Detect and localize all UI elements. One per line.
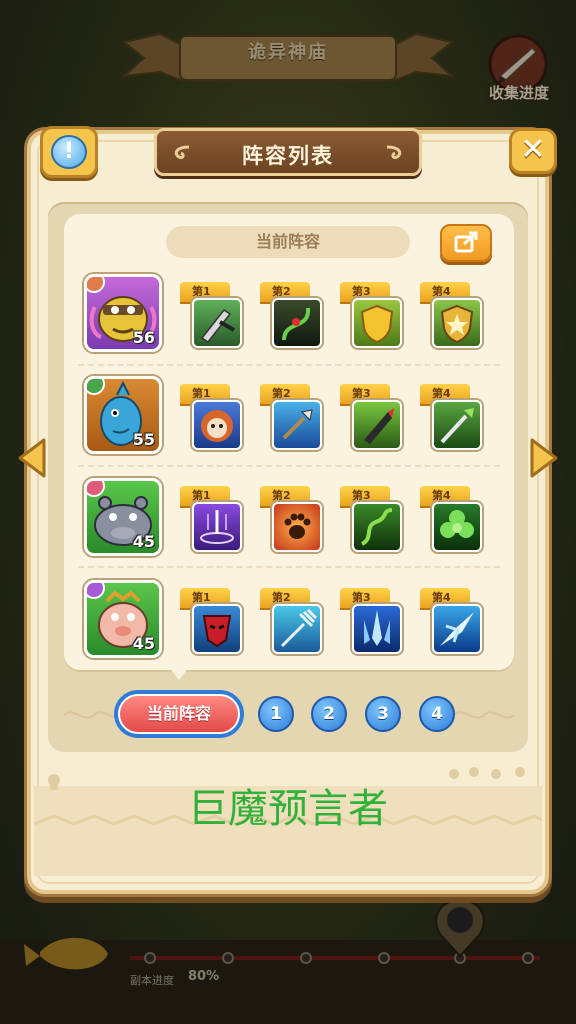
hero-portrait[interactable]: 56 xyxy=(84,274,162,352)
hero-level: 45 xyxy=(132,532,155,551)
green-spear-skill-icon[interactable] xyxy=(432,400,482,450)
arrow-left-icon[interactable] xyxy=(14,436,48,480)
star-shield-skill-icon[interactable] xyxy=(432,298,482,348)
gold-shield-skill-icon[interactable] xyxy=(352,298,402,348)
skill-slot[interactable]: 第1 xyxy=(180,282,244,350)
spear-skill-icon[interactable] xyxy=(272,400,322,450)
tab-lineup-1[interactable]: 1 xyxy=(258,696,294,732)
hero-level: 45 xyxy=(132,634,155,653)
skill-slot[interactable]: 第4 xyxy=(420,282,484,350)
dialog-title: 阵容列表 xyxy=(242,144,334,168)
vine-skill-icon[interactable] xyxy=(352,502,402,552)
lion-skill-icon[interactable] xyxy=(192,400,242,450)
tab-lineup-3[interactable]: 3 xyxy=(365,696,401,732)
hero-portrait[interactable]: 45 xyxy=(84,580,162,658)
skill-slot[interactable]: 第4 xyxy=(420,486,484,554)
skill-slot[interactable]: 第2 xyxy=(260,384,324,452)
drill-skill-icon[interactable] xyxy=(352,400,402,450)
ice-spike-skill-icon[interactable] xyxy=(352,604,402,654)
hero-name: 巨魔预言者 xyxy=(188,786,388,832)
info-button[interactable]: ! xyxy=(40,126,98,178)
dark-vine-skill-icon[interactable] xyxy=(272,298,322,348)
skill-slot[interactable]: 第4 xyxy=(420,588,484,656)
lineup-row: 55 第1 第2 第3 第4 xyxy=(72,372,506,468)
scroll-ornament-icon xyxy=(386,145,402,159)
skill-slot[interactable]: 第2 xyxy=(260,282,324,350)
skill-slot[interactable]: 第3 xyxy=(340,588,404,656)
leaf-skill-icon[interactable] xyxy=(432,502,482,552)
hero-level: 56 xyxy=(132,328,155,347)
skill-slot[interactable]: 第1 xyxy=(180,486,244,554)
paw-skill-icon[interactable] xyxy=(272,502,322,552)
skill-slot[interactable]: 第2 xyxy=(260,588,324,656)
purple-rune-skill-icon[interactable] xyxy=(192,502,242,552)
skill-slot[interactable]: 第3 xyxy=(340,486,404,554)
hero-level: 55 xyxy=(132,430,155,449)
lineup-row: 56 第1 第2 第3 第4 xyxy=(72,270,506,366)
blade-skill-icon[interactable] xyxy=(192,298,242,348)
share-button[interactable] xyxy=(440,224,492,262)
skill-slot[interactable]: 第2 xyxy=(260,486,324,554)
current-lineup-header: 当前阵容 xyxy=(166,226,410,258)
ice-burst-skill-icon[interactable] xyxy=(432,604,482,654)
close-button[interactable]: ✕ xyxy=(509,128,557,174)
tab-current-label[interactable]: 当前阵容 xyxy=(118,694,240,734)
arrow-right-icon[interactable] xyxy=(528,436,562,480)
lineup-row: 45 第1 第2 第3 第4 xyxy=(72,576,506,672)
dialog-title-plate: 阵容列表 xyxy=(154,128,422,176)
hero-portrait[interactable]: 45 xyxy=(84,478,162,556)
skill-slot[interactable]: 第3 xyxy=(340,384,404,452)
red-mask-skill-icon[interactable] xyxy=(192,604,242,654)
lineup-row: 45 第1 第2 第3 第4 xyxy=(72,474,506,570)
tab-lineup-4[interactable]: 4 xyxy=(419,696,455,732)
tab-lineup-2[interactable]: 2 xyxy=(311,696,347,732)
skill-slot[interactable]: 第3 xyxy=(340,282,404,350)
info-icon[interactable]: ! xyxy=(51,135,87,169)
trident-skill-icon[interactable] xyxy=(272,604,322,654)
skill-slot[interactable]: 第4 xyxy=(420,384,484,452)
tab-current-lineup[interactable]: 当前阵容 xyxy=(114,690,244,738)
skill-slot[interactable]: 第1 xyxy=(180,384,244,452)
skill-slot[interactable]: 第1 xyxy=(180,588,244,656)
share-icon[interactable] xyxy=(442,226,490,260)
hero-portrait[interactable]: 55 xyxy=(84,376,162,454)
